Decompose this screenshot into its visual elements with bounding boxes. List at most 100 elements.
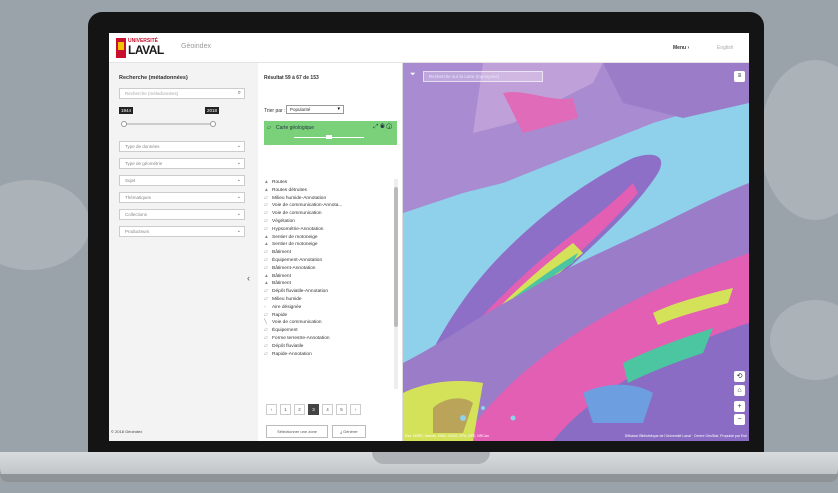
select-zone-button[interactable]: Sélectionner une zone xyxy=(266,425,328,438)
layer-geometry-icon: ▱ xyxy=(264,328,268,334)
filter-label: Sujet xyxy=(125,178,136,183)
layer-list-item[interactable]: ▲ Sentier de motoneige xyxy=(264,241,394,249)
zoom-in-button[interactable]: + xyxy=(734,401,745,412)
layer-geometry-icon: ▲ xyxy=(264,242,269,248)
search-placeholder: Recherche (métadonnées) xyxy=(125,91,179,96)
filter-themes[interactable]: Thématiques ⌄ xyxy=(119,192,245,203)
zoom-out-button[interactable]: − xyxy=(734,414,745,425)
university-logo[interactable]: UNIVERSITÉ LAVAL xyxy=(116,38,164,58)
active-layer-card[interactable]: ▱ Carte géologique ⤢ ◉ ⓘ xyxy=(264,121,397,145)
copyright: © 2018 Géoindex xyxy=(111,429,143,434)
layer-list-item[interactable]: ▱ Voie de communication xyxy=(264,210,394,218)
layer-list-item[interactable]: ▱ Hypsométrie-Annotation xyxy=(264,226,394,234)
layer-list-item[interactable]: ▱ Voie de communication-Annota... xyxy=(264,202,394,210)
filter-data-type[interactable]: Type de données ⌄ xyxy=(119,141,245,152)
layer-list-item[interactable]: ▲ Routes détruites xyxy=(264,187,394,195)
layer-list-item[interactable]: ▱ Végétation xyxy=(264,218,394,226)
layer-name: Voie de communication xyxy=(272,320,322,326)
year-slider-min-handle[interactable] xyxy=(121,121,127,127)
layer-list-item[interactable]: ▱ Équipement-Annotation xyxy=(264,257,394,265)
layer-name: Voie de communication xyxy=(272,211,322,217)
layer-list-item[interactable]: ▱ Bâtiment xyxy=(264,249,394,257)
home-icon[interactable]: ⌂ xyxy=(734,385,745,396)
layer-geometry-icon: ▲ xyxy=(264,281,269,287)
opacity-slider-handle[interactable] xyxy=(326,135,332,139)
page-button[interactable]: ‹ xyxy=(266,404,277,415)
layer-list-item[interactable]: ▱ Milieu humide-Annotation xyxy=(264,195,394,203)
sort-select[interactable]: Popularité ▾ xyxy=(286,105,344,114)
year-slider-track[interactable] xyxy=(123,123,214,125)
page-button[interactable]: 2 xyxy=(294,404,305,415)
year-max-badge: 2018 xyxy=(205,107,220,114)
layer-name: Dépôt fluviatile xyxy=(272,343,304,349)
filter-label: Collections xyxy=(125,212,148,217)
layer-list-item[interactable]: ▱ Dépôt fluviatile xyxy=(264,343,394,351)
year-slider-max-handle[interactable] xyxy=(210,121,216,127)
layer-geometry-icon: ▱ xyxy=(264,351,268,357)
layer-list-item[interactable]: ▲ Routes xyxy=(264,179,394,187)
filter-geometry-type[interactable]: Type de géométrie ⌄ xyxy=(119,158,245,169)
metadata-search-input[interactable]: Recherche (métadonnées) ⌕ xyxy=(119,88,245,99)
generate-button[interactable]: ⤓ Générer xyxy=(332,425,366,438)
menu-button[interactable]: Menu › xyxy=(673,45,689,51)
layer-list-item[interactable]: ▲ Bâtiment xyxy=(264,273,394,281)
layer-list-scrollbar[interactable] xyxy=(394,179,398,389)
laptop-base xyxy=(0,452,838,482)
filter-collections[interactable]: Collections ⌄ xyxy=(119,209,245,220)
compass-icon[interactable]: ⟲ xyxy=(734,371,745,382)
active-layer-name: Carte géologique xyxy=(276,125,315,131)
layer-list-item[interactable]: ▱ Dépôt fluviatile-Annotation xyxy=(264,288,394,296)
collapse-panel-icon[interactable]: ‹ xyxy=(247,273,250,283)
layer-geometry-icon: ▲ xyxy=(264,180,269,185)
map-view[interactable]: ⏷ Recherche sur la carte (toponymie) ≡ ⟲… xyxy=(403,63,749,441)
search-icon[interactable]: ⌕ xyxy=(238,90,241,97)
layer-geometry-icon: ▱ xyxy=(264,257,268,263)
layer-list-item[interactable]: ▱ Équipement xyxy=(264,327,394,335)
layer-list-item[interactable]: ▱ Rapide-Annotation xyxy=(264,351,394,359)
basemap-layers-icon[interactable]: ≡ xyxy=(734,71,745,82)
layer-list: ▲ Routes ▲ Routes détruites ▱ Milieu humide-A… xyxy=(264,179,394,391)
layer-geometry-icon: ▱ xyxy=(264,211,268,217)
layer-geometry-icon: ▱ xyxy=(264,296,268,302)
page-button[interactable]: 5 xyxy=(336,404,347,415)
layer-geometry-icon: ▱ xyxy=(264,343,268,349)
page-button[interactable]: › xyxy=(350,404,361,415)
app-name[interactable]: Géoindex xyxy=(181,43,211,50)
layer-actions-icon[interactable]: ⤢ ◉ ⓘ xyxy=(374,124,393,131)
layer-name: Bâtiment xyxy=(272,273,291,279)
layer-name: Bâtiment xyxy=(272,281,291,287)
page-button[interactable]: 1 xyxy=(280,404,291,415)
language-link[interactable]: English xyxy=(717,45,733,51)
page-button[interactable]: 4 xyxy=(322,404,333,415)
layer-name: Milieu humide xyxy=(272,296,302,302)
layer-name: Routes xyxy=(272,180,288,185)
layer-name: Bâtiment-Annotation xyxy=(272,265,316,271)
layer-geometry-icon: ▱ xyxy=(264,289,268,295)
layer-name: Dépôt fluviatile-Annotation xyxy=(272,289,328,295)
filter-subject[interactable]: Sujet ⌄ xyxy=(119,175,245,186)
filter-label: Type de géométrie xyxy=(125,161,163,166)
layer-list-item[interactable]: ▱ Bâtiment-Annotation xyxy=(264,265,394,273)
layer-list-item[interactable]: ▲ Sentier de motoneige xyxy=(264,234,394,242)
result-count: Résultat 59 à 67 de 153 xyxy=(264,75,319,81)
layer-name: Voie de communication-Annota... xyxy=(272,203,343,209)
layer-list-item[interactable]: ▲ Bâtiment xyxy=(264,280,394,288)
map-search-input[interactable]: Recherche sur la carte (toponymie) xyxy=(423,71,543,82)
filter-icon[interactable]: ⏷ xyxy=(410,71,416,79)
layer-geometry-icon: ▫ xyxy=(264,304,266,310)
layer-geometry-icon: ▱ xyxy=(264,195,268,201)
page-button[interactable]: 3 xyxy=(308,404,319,415)
chevron-down-icon: ⌄ xyxy=(236,160,241,166)
crest-icon xyxy=(116,38,126,58)
layer-list-item[interactable]: ▫ Aire désignée xyxy=(264,304,394,312)
layer-geometry-icon: ▲ xyxy=(264,273,269,279)
layer-geometry-icon: ╲ xyxy=(264,320,267,326)
filter-label: Type de données xyxy=(125,144,160,149)
scrollbar-thumb[interactable] xyxy=(394,187,398,327)
filter-producers[interactable]: Producteurs ⌄ xyxy=(119,226,245,237)
layer-list-item[interactable]: ▱ Forme terrestre-Annotation xyxy=(264,335,394,343)
layer-list-item[interactable]: ▱ Rapide xyxy=(264,312,394,320)
layer-geometry-icon: ▱ xyxy=(264,218,268,224)
layer-list-item[interactable]: ╲ Voie de communication xyxy=(264,319,394,327)
layer-list-item[interactable]: ▱ Milieu humide xyxy=(264,296,394,304)
